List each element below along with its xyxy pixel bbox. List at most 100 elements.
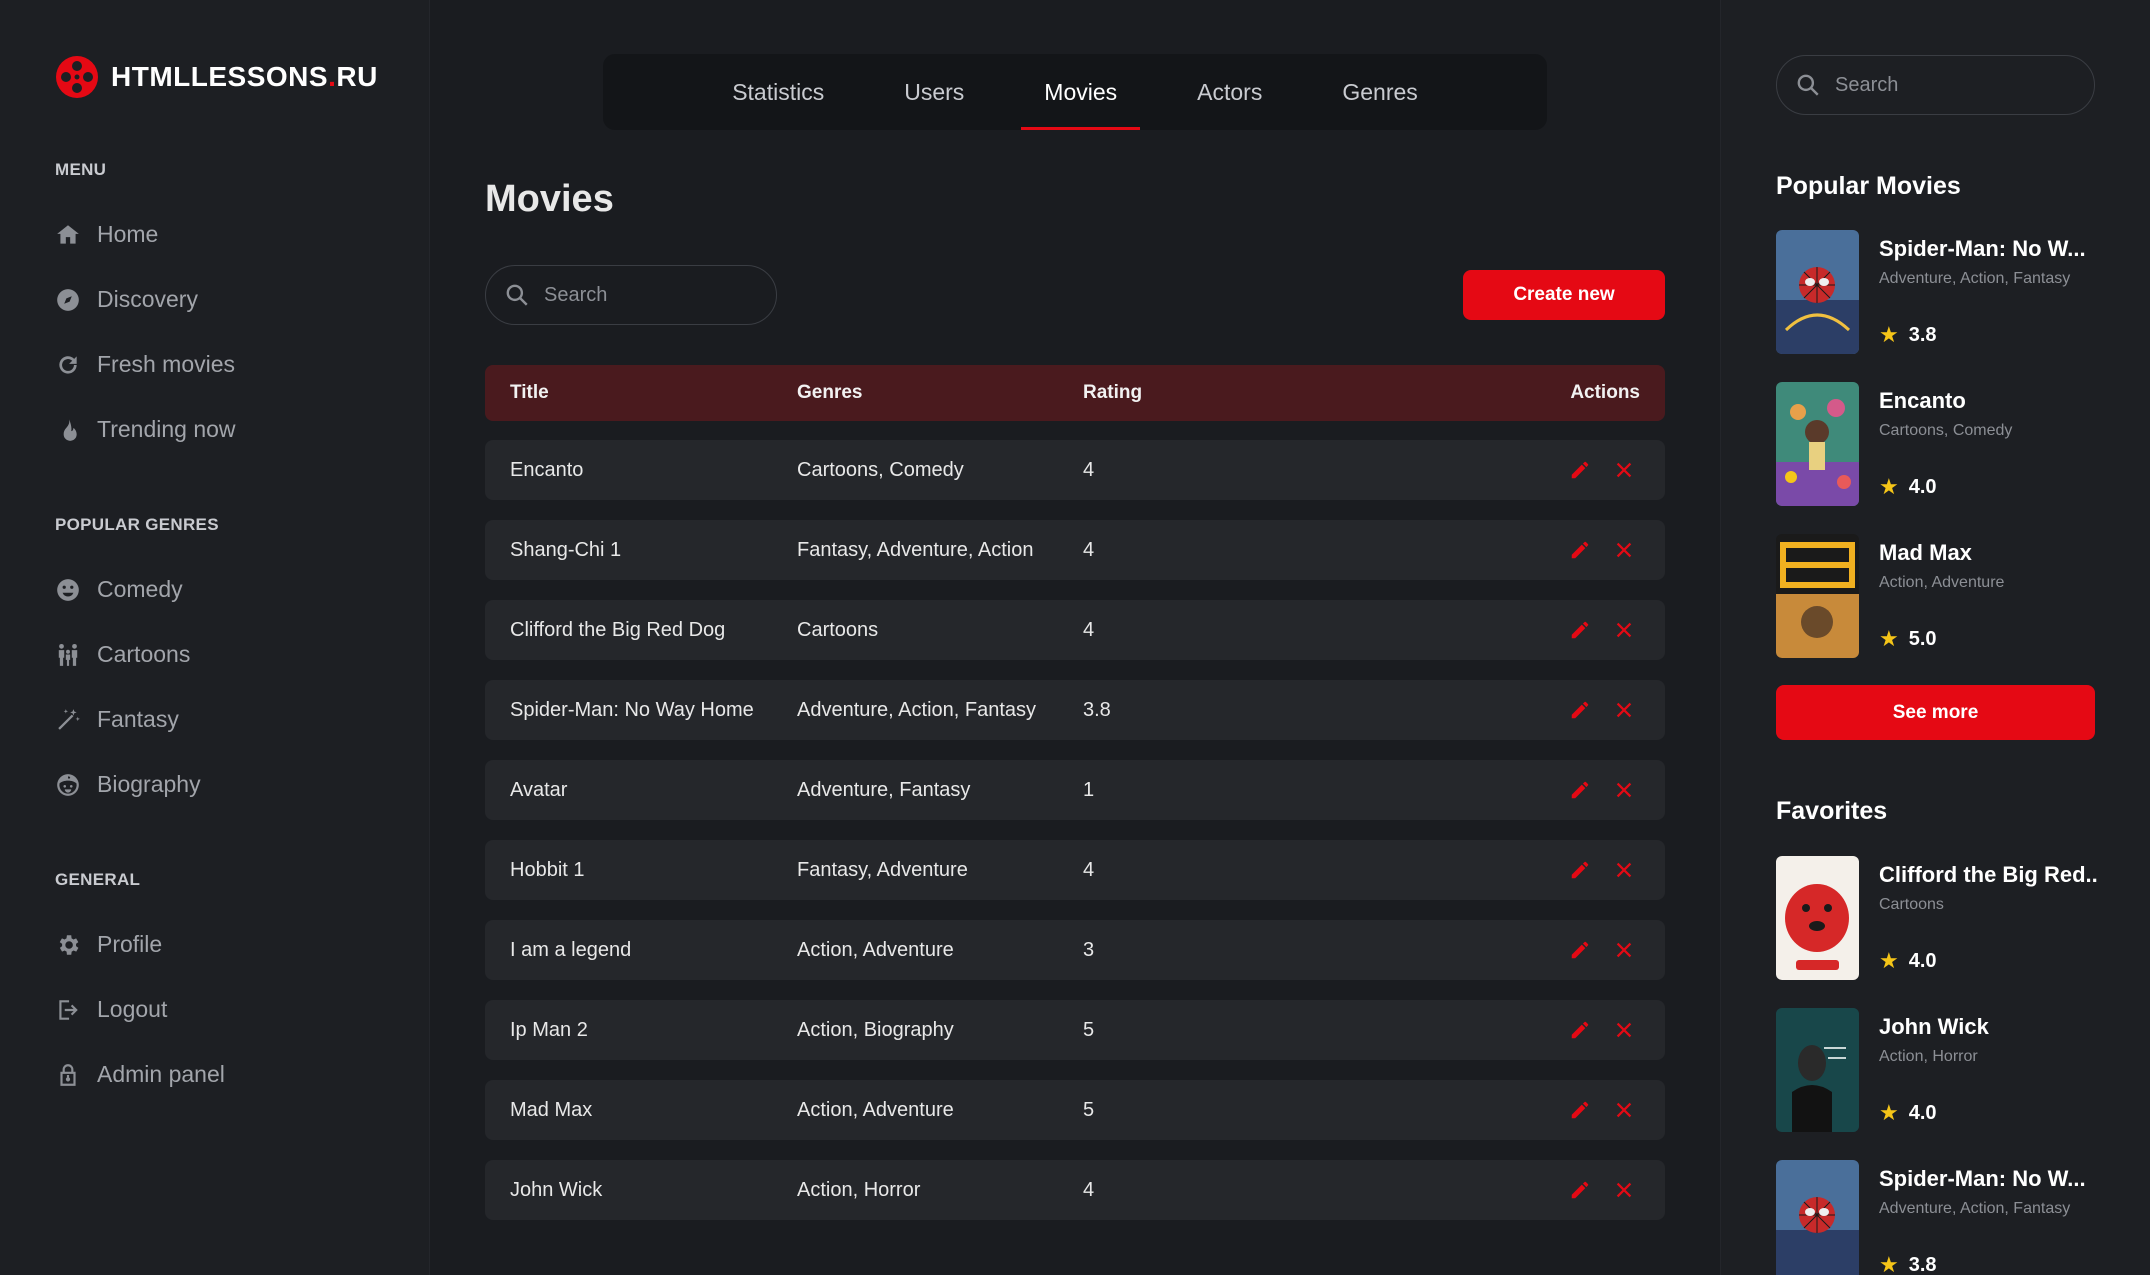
popular-movie-card[interactable]: Mad Max Action, Adventure ★ 5.0 (1776, 534, 2096, 658)
card-title: Spider-Man: No W... (1879, 1166, 2086, 1191)
edit-pencil-icon[interactable] (1569, 859, 1591, 881)
card-genres: Adventure, Action, Fantasy (1879, 270, 2071, 287)
star-icon: ★ (1879, 322, 1899, 347)
card-rating: ★ 4.0 (1879, 474, 1937, 499)
cell-title: Encanto (510, 458, 584, 481)
table-row[interactable]: Clifford the Big Red Dog Cartoons 4 (485, 600, 1665, 660)
see-more-button[interactable]: See more (1776, 685, 2095, 740)
create-new-button[interactable]: Create new (1463, 270, 1665, 320)
table-row[interactable]: I am a legend Action, Adventure 3 (485, 920, 1665, 980)
cell-genres: Fantasy, Adventure, Action (797, 538, 1034, 561)
card-rating: ★ 4.0 (1879, 1100, 1937, 1125)
card-rating: ★ 4.0 (1879, 948, 1937, 973)
tab-movies[interactable]: Movies (1004, 54, 1157, 130)
edit-pencil-icon[interactable] (1569, 539, 1591, 561)
tab-users[interactable]: Users (864, 54, 1004, 130)
column-header-rating[interactable]: Rating (1083, 382, 1142, 404)
popular-movie-card[interactable]: Encanto Cartoons, Comedy ★ 4.0 (1776, 382, 2096, 506)
delete-x-icon[interactable] (1613, 1099, 1635, 1121)
sidebar-item-cartoons[interactable]: Cartoons (55, 622, 219, 687)
tab-genres[interactable]: Genres (1302, 54, 1457, 130)
star-icon: ★ (1879, 1252, 1899, 1275)
sidebar-search-input[interactable]: Search (1776, 55, 2095, 115)
lock-icon (60, 1063, 76, 1086)
sidebar-item-logout[interactable]: Logout (55, 977, 225, 1042)
cell-rating: 4 (1083, 538, 1095, 561)
delete-x-icon[interactable] (1613, 1019, 1635, 1041)
table-row[interactable]: Encanto Cartoons, Comedy 4 (485, 440, 1665, 500)
smile-icon (57, 578, 79, 601)
table-row[interactable]: Spider-Man: No Way Home Adventure, Actio… (485, 680, 1665, 740)
sidebar-item-biography[interactable]: Biography (55, 752, 219, 817)
sidebar-item-discovery[interactable]: Discovery (55, 267, 236, 332)
star-icon: ★ (1879, 474, 1899, 499)
right-sidebar: Search Popular Movies Spider-Man: No W..… (1720, 0, 2150, 1275)
popular-movie-card[interactable]: Spider-Man: No W... Adventure, Action, F… (1776, 230, 2096, 354)
refresh-icon (59, 355, 77, 374)
delete-x-icon[interactable] (1613, 699, 1635, 721)
row-actions (1569, 939, 1635, 961)
edit-pencil-icon[interactable] (1569, 699, 1591, 721)
cell-genres: Fantasy, Adventure (797, 858, 968, 881)
sidebar-item-fresh-movies[interactable]: Fresh movies (55, 332, 236, 397)
column-header-title[interactable]: Title (510, 382, 549, 404)
table-row[interactable]: Mad Max Action, Adventure 5 (485, 1080, 1665, 1140)
star-icon: ★ (1879, 626, 1899, 651)
edit-pencil-icon[interactable] (1569, 1099, 1591, 1121)
page-title: Movies (485, 178, 614, 220)
delete-x-icon[interactable] (1613, 459, 1635, 481)
favorite-movie-card[interactable]: Spider-Man: No W... Adventure, Action, F… (1776, 1160, 2096, 1275)
table-row[interactable]: Ip Man 2 Action, Biography 5 (485, 1000, 1665, 1060)
left-sidebar: HTMLLESSONS.RU MENU Home Discovery Fresh… (0, 0, 430, 1275)
movie-poster-image (1776, 1008, 1859, 1132)
sidebar-item-fantasy[interactable]: Fantasy (55, 687, 219, 752)
table-row[interactable]: Shang-Chi 1 Fantasy, Adventure, Action 4 (485, 520, 1665, 580)
card-genres: Cartoons (1879, 896, 1944, 913)
row-actions (1569, 1019, 1635, 1041)
tab-statistics[interactable]: Statistics (692, 54, 864, 130)
edit-pencil-icon[interactable] (1569, 939, 1591, 961)
cell-rating: 3 (1083, 938, 1095, 961)
sidebar-item-home[interactable]: Home (55, 202, 236, 267)
sidebar-item-trending-now[interactable]: Trending now (55, 397, 236, 462)
cell-genres: Cartoons (797, 618, 879, 641)
search-icon (1797, 74, 1819, 96)
column-header-genres[interactable]: Genres (797, 382, 862, 404)
top-tabs: Statistics Users Movies Actors Genres (603, 54, 1547, 130)
sidebar-item-admin-panel[interactable]: Admin panel (55, 1042, 225, 1107)
card-genres: Action, Adventure (1879, 574, 2005, 591)
table-row[interactable]: Hobbit 1 Fantasy, Adventure 4 (485, 840, 1665, 900)
delete-x-icon[interactable] (1613, 779, 1635, 801)
gear-icon (59, 934, 79, 955)
table-row[interactable]: Avatar Adventure, Fantasy 1 (485, 760, 1665, 820)
delete-x-icon[interactable] (1613, 539, 1635, 561)
star-icon: ★ (1879, 1100, 1899, 1125)
tab-actors[interactable]: Actors (1157, 54, 1302, 130)
delete-x-icon[interactable] (1613, 1179, 1635, 1201)
table-row[interactable]: John Wick Action, Horror 4 (485, 1160, 1665, 1220)
edit-pencil-icon[interactable] (1569, 779, 1591, 801)
favorite-movie-card[interactable]: John Wick Action, Horror ★ 4.0 (1776, 1008, 2096, 1132)
cell-title: Avatar (510, 778, 568, 801)
delete-x-icon[interactable] (1613, 859, 1635, 881)
delete-x-icon[interactable] (1613, 619, 1635, 641)
edit-pencil-icon[interactable] (1569, 1019, 1591, 1041)
delete-x-icon[interactable] (1613, 939, 1635, 961)
cell-rating: 5 (1083, 1018, 1095, 1041)
general-section: GENERAL Profile Logout Admin panel (55, 870, 225, 1107)
edit-pencil-icon[interactable] (1569, 1179, 1591, 1201)
brand-name: HTMLLESSONS.RU (111, 61, 378, 92)
sidebar-item-profile[interactable]: Profile (55, 912, 225, 977)
row-actions (1569, 459, 1635, 481)
brand-logo[interactable]: HTMLLESSONS.RU (55, 55, 378, 99)
movies-search-input[interactable]: Search (485, 265, 777, 325)
magic-wand-icon (58, 708, 80, 730)
edit-pencil-icon[interactable] (1569, 619, 1591, 641)
edit-pencil-icon[interactable] (1569, 459, 1591, 481)
favorite-movie-card[interactable]: Clifford the Big Red... Cartoons ★ 4.0 (1776, 856, 2099, 980)
cell-title: John Wick (510, 1178, 603, 1201)
home-icon (57, 224, 79, 244)
sidebar-item-comedy[interactable]: Comedy (55, 557, 219, 622)
family-icon (58, 643, 78, 666)
column-header-actions: Actions (1570, 382, 1640, 403)
